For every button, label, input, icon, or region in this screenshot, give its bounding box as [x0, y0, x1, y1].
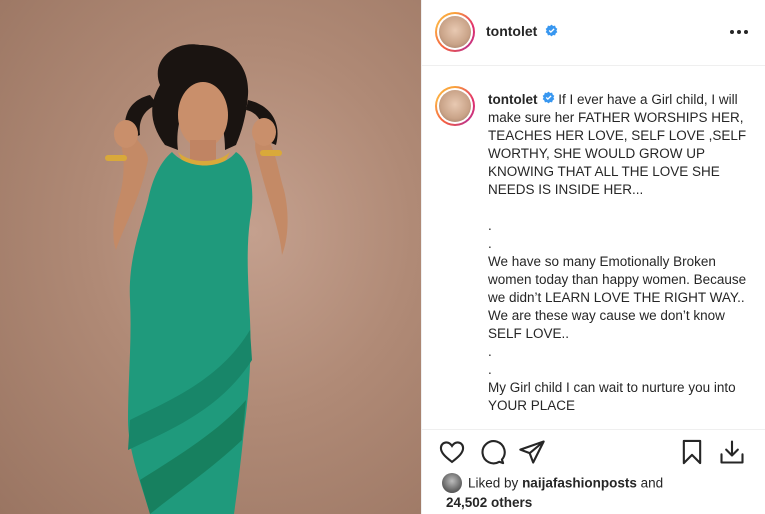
- paper-plane-icon[interactable]: [518, 438, 546, 466]
- comment-bubble-icon[interactable]: [478, 438, 506, 466]
- post-photo[interactable]: [0, 0, 421, 514]
- header-username[interactable]: tontolet: [486, 23, 537, 39]
- caption-avatar[interactable]: [435, 86, 475, 126]
- verified-badge-icon: [545, 24, 558, 40]
- woman-in-green-dress-image: [105, 44, 288, 514]
- caption-username[interactable]: tontolet: [488, 92, 538, 107]
- liked-by-user[interactable]: naijafashionposts: [522, 476, 637, 491]
- likes-summary[interactable]: Liked by naijafashionposts and 24,502 ot…: [442, 473, 664, 512]
- likes-conjunction: and: [640, 475, 664, 491]
- post-details-panel: tontolet tontolet If I ever have a Girl …: [421, 0, 765, 514]
- more-options-icon[interactable]: [728, 24, 750, 40]
- download-icon[interactable]: [718, 438, 746, 466]
- post-actions: Liked by naijafashionposts and 24,502 ot…: [422, 429, 765, 514]
- likes-prefix: Liked by: [468, 475, 519, 491]
- verified-badge-icon: [542, 91, 555, 109]
- heart-icon[interactable]: [438, 438, 466, 466]
- profile-avatar[interactable]: [435, 12, 475, 52]
- likes-others-count[interactable]: 24,502 others: [442, 495, 532, 510]
- post-header: tontolet: [422, 0, 765, 66]
- caption-text: If I ever have a Girl child, I will make…: [488, 92, 747, 414]
- caption-scroll-area[interactable]: tontolet If I ever have a Girl child, I …: [422, 67, 765, 429]
- liker-avatar[interactable]: [442, 473, 462, 493]
- header-username-wrap: tontolet: [486, 23, 558, 40]
- post-caption: tontolet If I ever have a Girl child, I …: [488, 91, 750, 415]
- bookmark-icon[interactable]: [678, 438, 706, 466]
